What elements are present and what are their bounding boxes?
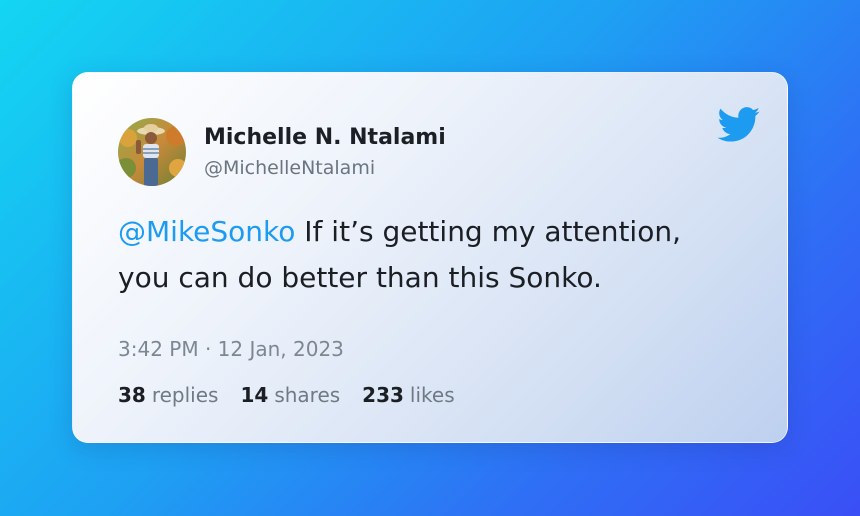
replies-label: replies xyxy=(151,383,219,407)
tweet-timestamp[interactable]: 3:42 PM · 12 Jan, 2023 xyxy=(118,337,344,361)
shares-stat[interactable]: 14 shares xyxy=(240,383,340,407)
shares-label: shares xyxy=(274,383,341,407)
shares-count: 14 xyxy=(240,383,269,407)
likes-label: likes xyxy=(409,383,455,407)
replies-count: 38 xyxy=(118,383,146,407)
tweet-card: Michelle N. Ntalami @MichelleNtalami @Mi… xyxy=(72,72,788,443)
likes-stat[interactable]: 233 likes xyxy=(362,383,454,407)
tweet-body: @MikeSonko If it’s getting my attention,… xyxy=(118,209,738,301)
author-avatar[interactable] xyxy=(118,118,186,186)
author-handle[interactable]: @MichelleNtalami xyxy=(204,157,375,179)
author-name[interactable]: Michelle N. Ntalami xyxy=(204,125,446,150)
likes-count: 233 xyxy=(362,383,404,407)
mention-link[interactable]: @MikeSonko xyxy=(118,215,295,248)
tweet-body-line1: If it’s getting my attention, xyxy=(295,215,681,248)
tweet-stats: 38 replies 14 shares 233 likes xyxy=(118,383,455,407)
tweet-body-line2: you can do better than this Sonko. xyxy=(118,261,602,294)
twitter-bird-icon xyxy=(717,107,761,143)
replies-stat[interactable]: 38 replies xyxy=(118,383,218,407)
